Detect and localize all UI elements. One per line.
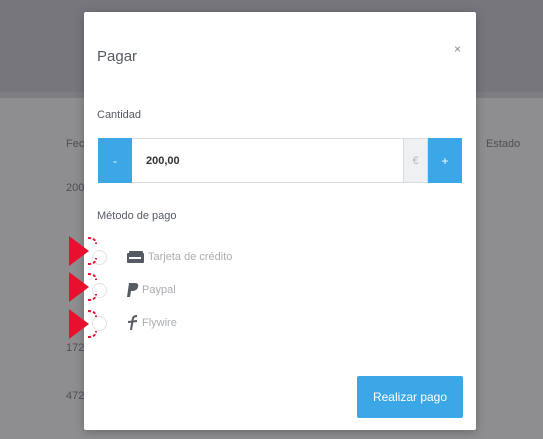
background-table-header: Estado — [486, 138, 521, 150]
payment-method-label: Método de pago — [97, 210, 177, 222]
payment-option-label: Paypal — [142, 284, 176, 296]
amount-input[interactable] — [132, 138, 404, 183]
increment-button[interactable]: + — [428, 138, 462, 183]
flywire-icon — [126, 315, 140, 336]
background-table-cell: 472 — [66, 390, 85, 402]
payment-option-credit-card[interactable]: Tarjeta de crédito — [84, 247, 384, 269]
payment-option-paypal[interactable]: Paypal — [84, 280, 384, 302]
background-table-cell: 172 — [66, 342, 85, 354]
background-table-cell: 200 — [66, 182, 85, 194]
submit-payment-button[interactable]: Realizar pago — [357, 376, 463, 418]
annotation-arrow — [69, 309, 97, 339]
background-table-cell: Fec — [66, 138, 85, 150]
decrement-button[interactable]: - — [98, 138, 132, 183]
payment-option-flywire[interactable]: Flywire — [84, 313, 384, 335]
currency-addon: € — [404, 138, 428, 183]
payment-option-label: Tarjeta de crédito — [148, 251, 233, 263]
modal-title: Pagar — [97, 48, 138, 65]
payment-option-label: Flywire — [142, 317, 177, 329]
quantity-stepper: - € + — [98, 138, 462, 183]
paypal-icon — [126, 282, 140, 303]
annotation-arrow — [69, 236, 97, 266]
annotation-arrow — [69, 272, 97, 302]
close-icon[interactable]: × — [454, 42, 461, 56]
credit-card-icon — [126, 249, 146, 270]
quantity-label: Cantidad — [97, 109, 142, 121]
payment-modal: Pagar × Cantidad - € + Método de pago Ta… — [84, 12, 476, 430]
